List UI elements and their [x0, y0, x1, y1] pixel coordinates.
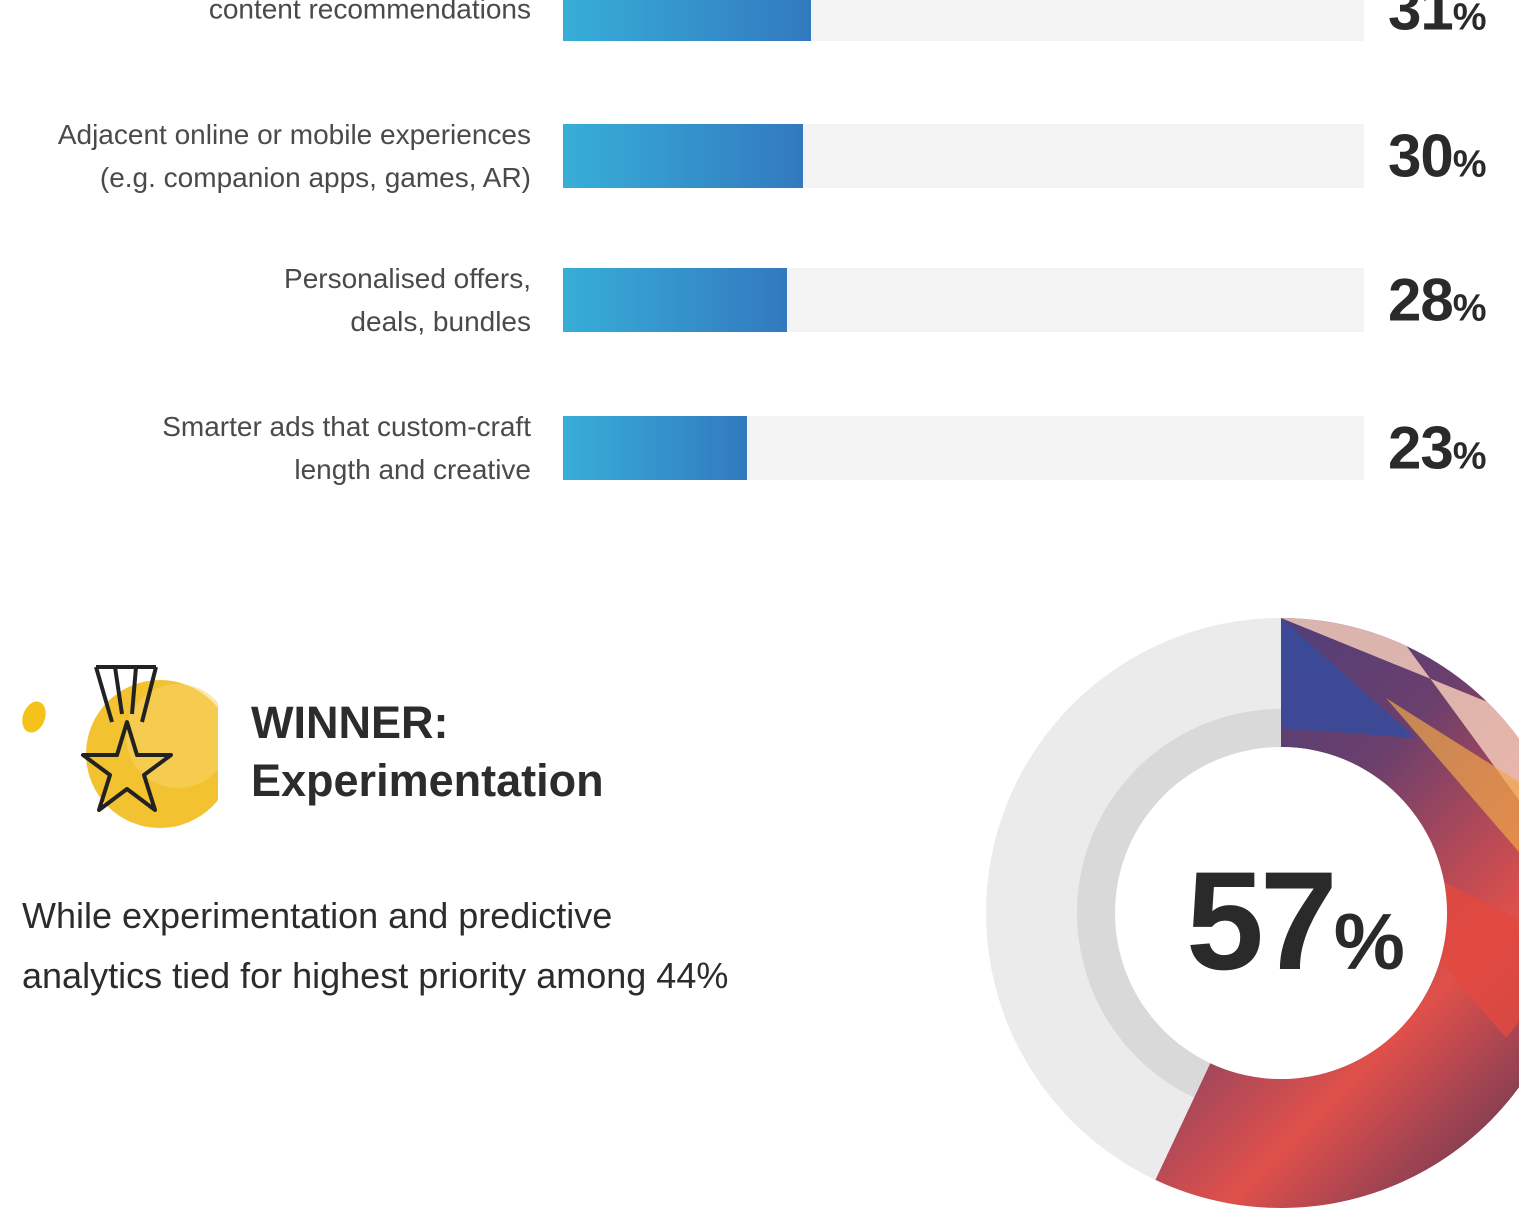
bar-value-number: 30	[1388, 122, 1454, 190]
bar-track	[563, 124, 1364, 188]
bar-label: Smarter ads that custom-craft length and…	[0, 405, 531, 491]
bar-value: 23%	[1388, 414, 1487, 483]
winner-title: WINNER:	[251, 697, 449, 748]
bar-value: 31%	[1388, 0, 1487, 44]
bar-value-number: 31	[1388, 0, 1454, 43]
bar-label-line: deals, bundles	[350, 306, 531, 337]
winner-subtitle: Experimentation	[251, 755, 604, 806]
medal-star-icon	[22, 665, 218, 828]
donut-value: 57%	[1186, 840, 1405, 1002]
bar-track	[563, 0, 1364, 41]
bar-value: 30%	[1388, 122, 1487, 191]
bar-label-line: content recommendations	[208, 0, 531, 25]
bar-label-line: Smarter ads that custom-craft	[162, 411, 531, 442]
bar-fill	[563, 416, 748, 480]
bar-label-line: length and creative	[294, 454, 531, 485]
bar-label: Adjacent online or mobile experiences (e…	[0, 113, 531, 199]
bar-label-line: Personalised offers,	[284, 263, 531, 294]
bar-fill	[563, 0, 812, 41]
body-line: analytics tied for highest priority amon…	[22, 955, 729, 996]
bar-fill	[563, 268, 788, 332]
percent-sign: %	[1452, 435, 1487, 478]
percent-sign: %	[1452, 143, 1487, 186]
bar-label-line: Adjacent online or mobile experiences	[57, 119, 531, 150]
percent-sign: %	[1452, 287, 1487, 330]
bar-value-number: 28	[1388, 266, 1454, 334]
bar-label-line: (e.g. companion apps, games, AR)	[99, 162, 531, 193]
bar-row: Personalised offers, deals, bundles 28%	[0, 263, 1519, 337]
bar-value: 28%	[1388, 266, 1487, 335]
bar-track	[563, 268, 1364, 332]
percent-sign: %	[1452, 0, 1487, 39]
bar-row: Smarter ads that custom-craft length and…	[0, 411, 1519, 485]
body-paragraph: While experimentation and predictive ana…	[22, 886, 842, 1006]
bar-row: content recommendations 31%	[0, 0, 1519, 44]
bar-label: Personalised offers, deals, bundles	[0, 257, 531, 343]
body-line: While experimentation and predictive	[22, 895, 613, 936]
winner-heading: WINNER: Experimentation	[251, 694, 604, 810]
bar-track	[563, 416, 1364, 480]
bar-fill	[563, 124, 804, 188]
bar-value-number: 23	[1388, 414, 1454, 482]
bar-label: content recommendations	[0, 0, 531, 31]
bar-row: Adjacent online or mobile experiences (e…	[0, 119, 1519, 193]
donut-value-number: 57	[1186, 842, 1338, 999]
percent-sign: %	[1333, 897, 1405, 986]
